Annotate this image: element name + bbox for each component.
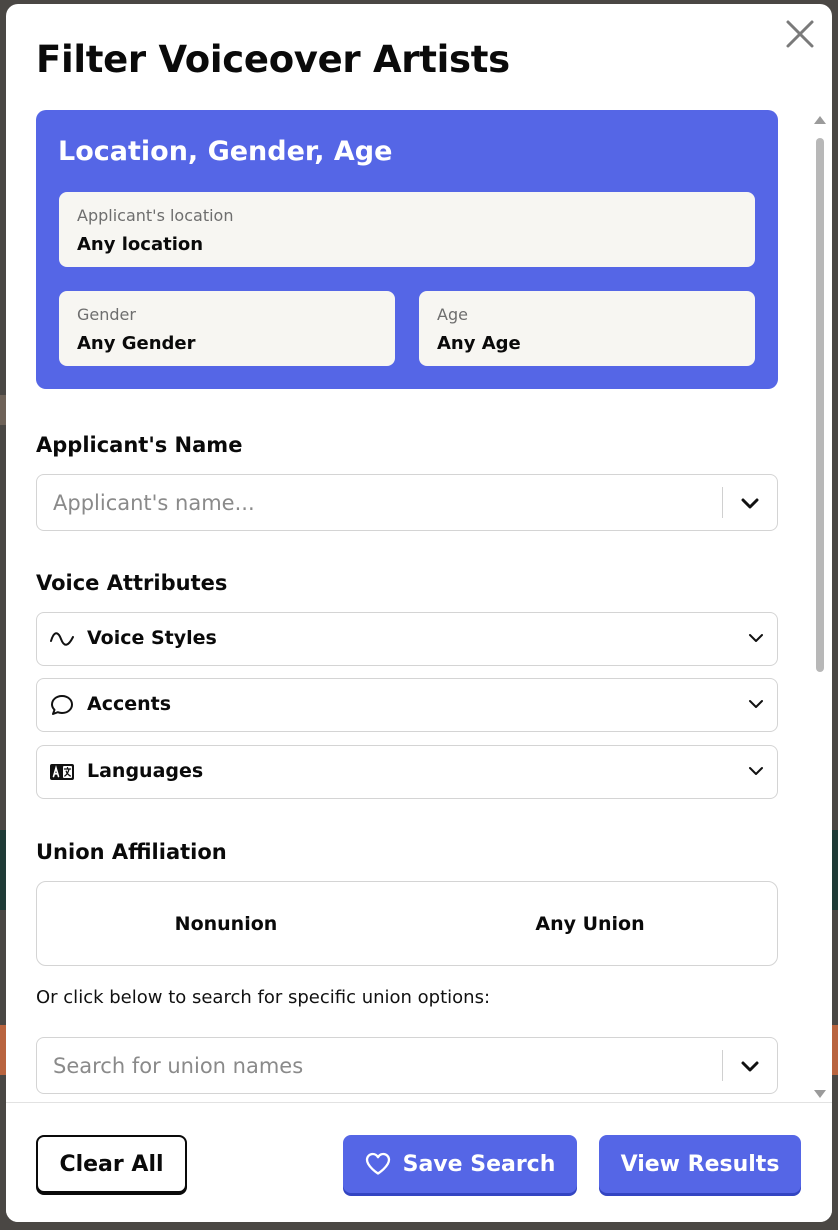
applicant-name-dropdown-toggle[interactable] (737, 490, 763, 516)
chevron-down-icon (741, 498, 759, 509)
heart-icon (365, 1152, 390, 1175)
scrollbar-thumb[interactable] (816, 138, 824, 672)
backdrop-strip (832, 830, 838, 910)
union-affiliation-label: Union Affiliation (36, 840, 227, 864)
chevron-down-icon (749, 634, 763, 642)
speech-bubble-icon (51, 695, 73, 715)
view-results-button[interactable]: View Results (599, 1135, 801, 1193)
location-field-label: Applicant's location (77, 206, 234, 225)
filter-scroll-area[interactable]: Location, Gender, Age Applicant's locati… (36, 110, 778, 1100)
union-search-combobox (36, 1037, 778, 1094)
age-field-value: Any Age (437, 333, 521, 354)
union-search-dropdown-toggle[interactable] (737, 1053, 763, 1079)
accents-label: Accents (87, 693, 172, 715)
combo-divider (722, 1050, 723, 1081)
accents-accordion[interactable]: Accents (36, 678, 778, 732)
applicant-name-label: Applicant's Name (36, 433, 243, 457)
chevron-down-icon (741, 1061, 759, 1072)
location-field-value: Any location (77, 234, 204, 255)
location-gender-age-heading: Location, Gender, Age (58, 136, 393, 167)
applicant-name-combobox (36, 474, 778, 531)
backdrop-strip (832, 1025, 838, 1075)
age-field-label: Age (437, 305, 468, 324)
union-helper-text: Or click below to search for specific un… (36, 987, 491, 1008)
modal-title: Filter Voiceover Artists (36, 38, 510, 81)
union-search-input[interactable] (51, 1046, 695, 1086)
location-gender-age-card: Location, Gender, Age Applicant's locati… (36, 110, 778, 389)
union-option-any-union[interactable]: Any Union (405, 882, 775, 965)
gender-field[interactable]: Gender Any Gender (59, 291, 395, 366)
applicant-name-input[interactable] (51, 483, 695, 523)
close-button[interactable] (784, 18, 816, 50)
scroll-up-arrow[interactable] (814, 116, 826, 124)
chevron-down-icon (749, 700, 763, 708)
modal-footer: Clear All Save Search View Results (6, 1102, 832, 1222)
location-field[interactable]: Applicant's location Any location (59, 192, 755, 267)
save-search-label: Save Search (402, 1151, 556, 1177)
union-options: Nonunion Any Union (36, 881, 778, 966)
gender-field-label: Gender (77, 305, 136, 324)
voice-attributes-label: Voice Attributes (36, 571, 228, 595)
filter-modal: Filter Voiceover Artists Location, Gende… (6, 4, 832, 1222)
gender-field-value: Any Gender (77, 333, 196, 354)
clear-all-button[interactable]: Clear All (36, 1135, 187, 1193)
close-icon (786, 20, 814, 48)
scrollbar[interactable] (812, 114, 828, 1100)
save-search-button[interactable]: Save Search (343, 1135, 577, 1193)
chevron-down-icon (749, 767, 763, 775)
languages-accordion[interactable]: Languages (36, 745, 778, 799)
translate-icon (50, 764, 74, 780)
union-option-nonunion[interactable]: Nonunion (41, 882, 411, 965)
scroll-down-arrow[interactable] (814, 1090, 826, 1098)
combo-divider (722, 487, 723, 518)
languages-label: Languages (87, 760, 204, 782)
voice-styles-label: Voice Styles (87, 627, 217, 649)
wave-icon (50, 632, 74, 646)
age-field[interactable]: Age Any Age (419, 291, 755, 366)
voice-styles-accordion[interactable]: Voice Styles (36, 612, 778, 666)
